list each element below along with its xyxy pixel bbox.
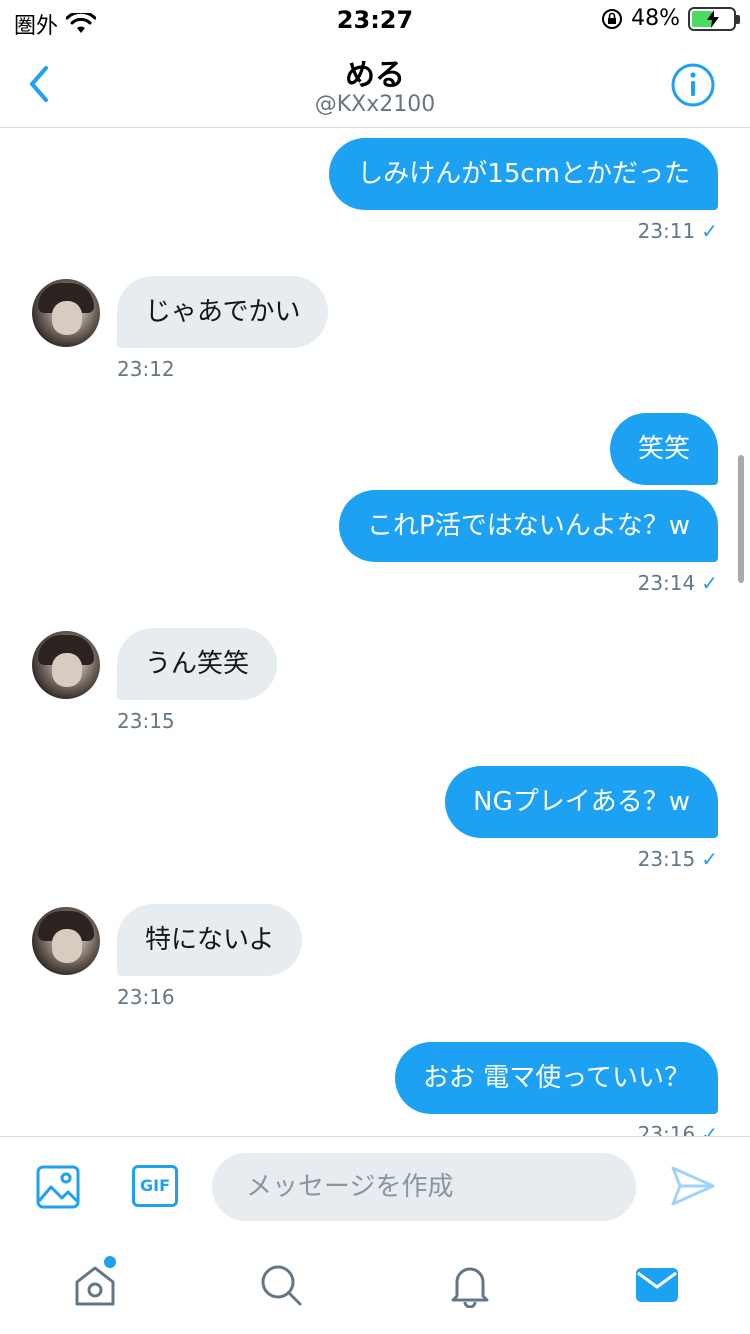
scrollbar[interactable] — [738, 455, 744, 583]
gif-button[interactable]: GIF — [132, 1165, 178, 1207]
message-timestamp: 23:16 — [117, 985, 175, 1009]
message-list[interactable]: しみけんが15cmとかだった 23:11 ✓ じゃあでかい 23:12 笑笑 これ… — [0, 129, 750, 1136]
tab-bar — [0, 1236, 750, 1334]
message-bubble-outgoing[interactable]: 笑笑 — [609, 413, 718, 485]
message-bubble-outgoing[interactable]: これP活ではないんよな？w — [339, 490, 718, 562]
status-right: 48% — [601, 6, 740, 31]
avatar[interactable] — [32, 907, 100, 975]
message-timestamp: 23:15 — [117, 709, 175, 733]
message-bubble-outgoing[interactable]: NGプレイある？w — [445, 766, 718, 838]
image-icon[interactable] — [36, 1165, 80, 1209]
message-bubble-incoming[interactable]: 特にないよ — [117, 904, 303, 976]
message-input[interactable] — [212, 1153, 636, 1221]
mail-icon[interactable] — [634, 1262, 680, 1308]
wifi-icon — [66, 13, 97, 33]
info-icon[interactable] — [670, 62, 716, 108]
message-timestamp: 23:11 ✓ — [637, 219, 718, 243]
avatar[interactable] — [32, 631, 100, 699]
conversation-name: める — [345, 58, 405, 93]
avatar[interactable] — [32, 279, 100, 347]
sent-check-icon: ✓ — [701, 1122, 718, 1136]
status-left: 圏外 — [14, 8, 97, 40]
message-timestamp: 23:15 ✓ — [637, 847, 718, 871]
message-timestamp: 23:14 ✓ — [637, 571, 718, 595]
search-icon[interactable] — [258, 1262, 304, 1308]
send-icon[interactable] — [670, 1165, 716, 1207]
battery-icon — [688, 6, 740, 31]
message-bubble-outgoing[interactable]: おお 電マ使っていい？ — [395, 1042, 718, 1114]
message-timestamp: 23:12 — [117, 357, 175, 381]
sent-check-icon: ✓ — [701, 571, 718, 595]
message-timestamp: 23:16 ✓ — [638, 1122, 718, 1136]
notification-dot — [104, 1256, 116, 1268]
orientation-lock-icon — [602, 8, 623, 29]
carrier-label: 圏外 — [14, 14, 59, 39]
home-icon[interactable] — [72, 1262, 118, 1308]
conversation-handle: @KXx2100 — [314, 92, 436, 117]
conversation-header: める @KXx2100 — [0, 40, 750, 128]
sent-check-icon: ✓ — [701, 219, 718, 243]
message-bubble-incoming[interactable]: じゃあでかい — [117, 276, 329, 348]
battery-percent: 48% — [631, 6, 680, 31]
message-bubble-incoming[interactable]: うん笑笑 — [117, 628, 278, 700]
status-bar: 圏外 23:27 48% — [0, 0, 750, 40]
bell-icon[interactable] — [447, 1262, 493, 1308]
message-composer: GIF — [0, 1136, 750, 1236]
sent-check-icon: ✓ — [701, 847, 718, 871]
message-bubble-outgoing[interactable]: しみけんが15cmとかだった — [329, 138, 718, 210]
